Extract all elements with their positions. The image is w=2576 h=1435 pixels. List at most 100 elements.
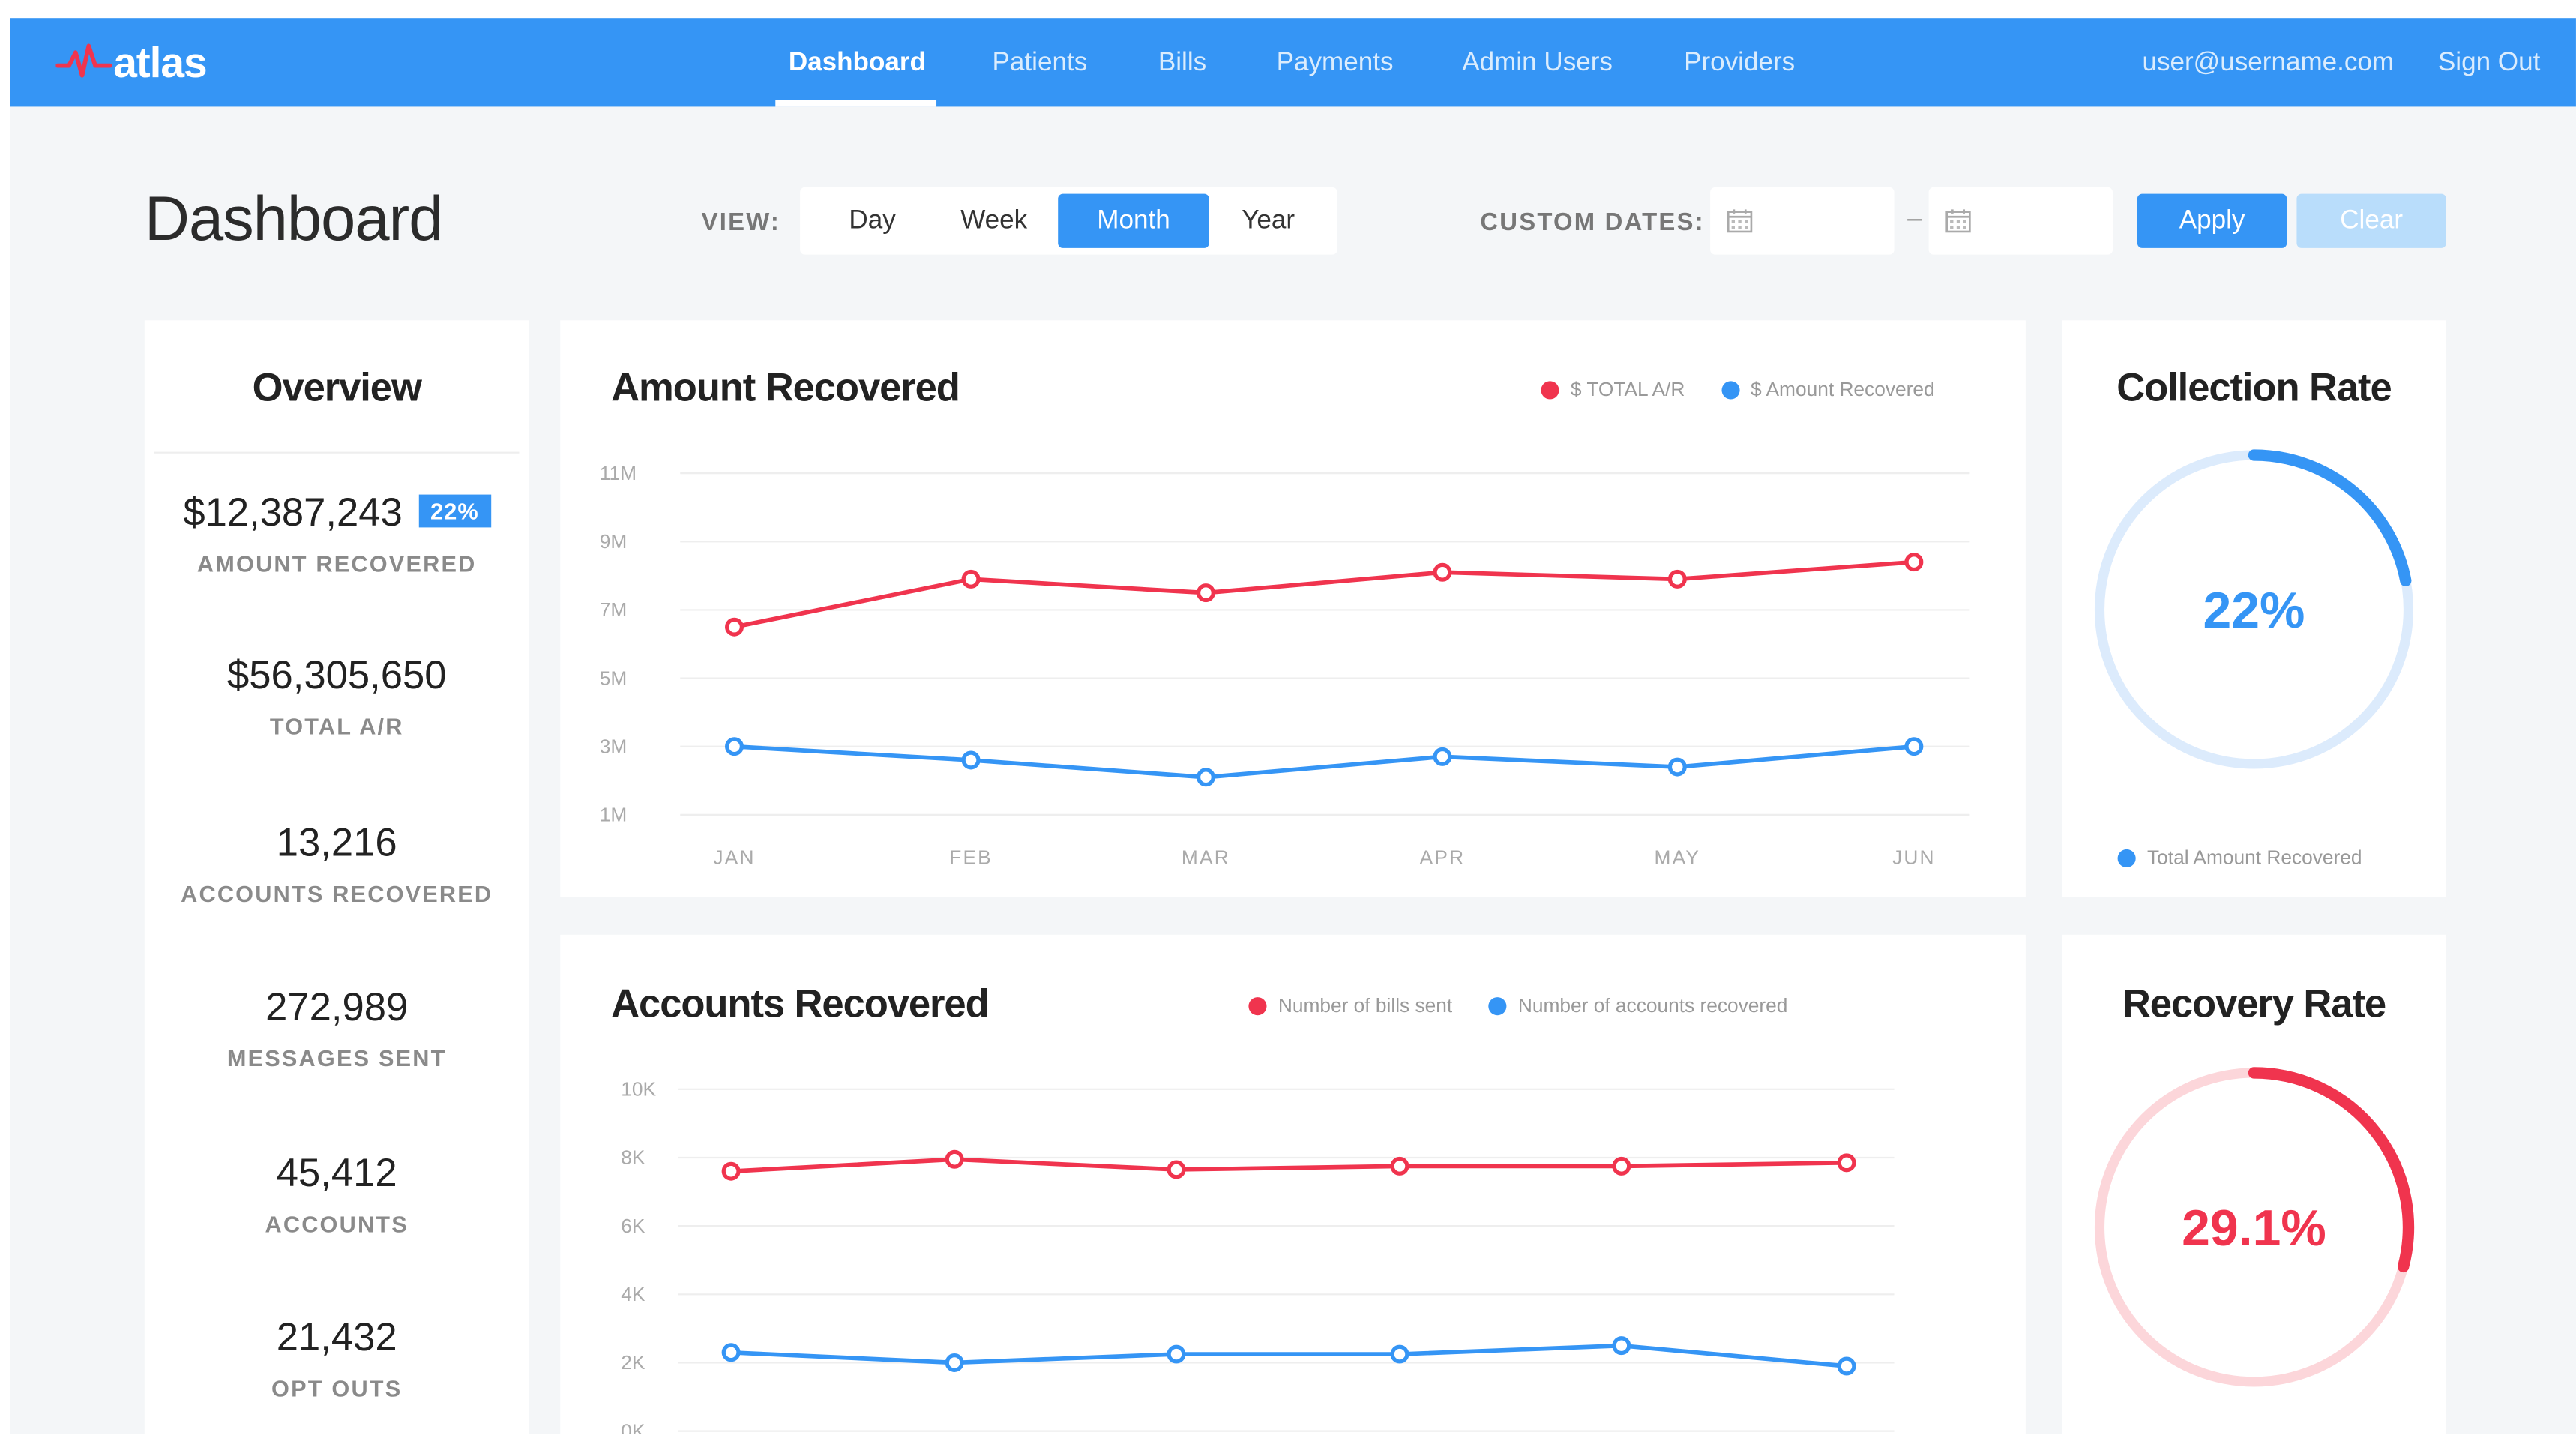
- nav-payments[interactable]: Payments: [1277, 18, 1394, 106]
- stat-accounts: 45,412 ACCOUNTS: [145, 1152, 529, 1237]
- top-navbar: atlas Dashboard Patients Bills Payments …: [10, 18, 2576, 107]
- view-selector: Day Week Month Year: [800, 187, 1337, 255]
- y-tick-label: 6K: [621, 1215, 645, 1237]
- nav-dashboard[interactable]: Dashboard: [789, 18, 926, 106]
- screen: atlas Dashboard Patients Bills Payments …: [0, 0, 2576, 1435]
- heartbeat-icon: [55, 43, 112, 78]
- stat-value: 13,216: [276, 821, 397, 866]
- accounts-recovered-chart: 10K 8K 6K 4K 2K 0K: [621, 1078, 1895, 1434]
- data-point[interactable]: [1837, 1153, 1856, 1173]
- data-point[interactable]: [1196, 583, 1215, 603]
- start-date-input[interactable]: [1710, 187, 1895, 255]
- y-tick-label: 3M: [600, 735, 628, 757]
- calendar-icon: [1727, 209, 1753, 233]
- data-point[interactable]: [1667, 569, 1687, 589]
- stat-label: ACCOUNTS: [265, 1210, 409, 1238]
- data-point[interactable]: [1667, 757, 1687, 777]
- nav-bills[interactable]: Bills: [1158, 18, 1206, 106]
- data-point[interactable]: [1433, 747, 1452, 766]
- amount-recovered-chart: 11M 9M 7M 5M 3M 1M JAN FEB MAR APR MAY JUN: [600, 462, 1970, 869]
- view-week-button[interactable]: Week: [935, 194, 1053, 248]
- data-point[interactable]: [1167, 1160, 1186, 1179]
- legend-label: Total Amount Recovered: [2147, 846, 2362, 870]
- stat-label: OPT OUTS: [271, 1375, 403, 1402]
- stat-messages-sent: 272,989 MESSAGES SENT: [145, 986, 529, 1071]
- data-point[interactable]: [1904, 737, 1924, 756]
- collection-rate-card: Collection Rate 22% Total Amount Recover…: [2062, 320, 2446, 897]
- sign-out-link[interactable]: Sign Out: [2438, 18, 2540, 106]
- nav-patients[interactable]: Patients: [993, 18, 1088, 106]
- view-year-button[interactable]: Year: [1211, 194, 1325, 248]
- view-day-button[interactable]: Day: [813, 194, 932, 248]
- x-tick-label: MAY: [1655, 846, 1701, 869]
- stat-opt-outs: 21,432 OPT OUTS: [145, 1316, 529, 1401]
- y-tick-label: 0K: [621, 1419, 645, 1434]
- apply-button[interactable]: Apply: [2137, 193, 2287, 248]
- y-tick-label: 9M: [600, 530, 628, 553]
- donut-value-label: 22%: [2203, 583, 2305, 639]
- app-window: atlas Dashboard Patients Bills Payments …: [10, 18, 2576, 1435]
- recovery-rate-card: Recovery Rate 29.1%: [2062, 934, 2446, 1435]
- stat-accounts-recovered: 13,216 ACCOUNTS RECOVERED: [145, 822, 529, 907]
- stat-value: 21,432: [276, 1316, 397, 1361]
- data-point[interactable]: [961, 750, 981, 770]
- y-tick-label: 2K: [621, 1351, 645, 1374]
- data-point[interactable]: [725, 617, 744, 637]
- date-separator: –: [1907, 205, 1922, 234]
- data-point[interactable]: [1904, 553, 1924, 572]
- collection-rate-donut: 22%: [2094, 449, 2414, 769]
- stat-amount-recovered: $12,387,243 22% AMOUNT RECOVERED: [145, 491, 529, 577]
- data-point[interactable]: [721, 1161, 741, 1181]
- x-tick-label: MAR: [1182, 846, 1230, 869]
- x-tick-label: APR: [1420, 846, 1466, 869]
- x-tick-label: JUN: [1892, 846, 1936, 869]
- clear-button[interactable]: Clear: [2296, 193, 2446, 248]
- stat-label: TOTAL A/R: [269, 713, 404, 740]
- donut-value-label: 29.1%: [2182, 1200, 2326, 1257]
- stat-label: ACCOUNTS RECOVERED: [181, 880, 493, 907]
- accounts-recovered-card: Accounts Recovered Number of bills sent …: [560, 934, 2026, 1435]
- calendar-icon: [1945, 209, 1971, 233]
- overview-title: Overview: [252, 366, 422, 411]
- data-point[interactable]: [1837, 1356, 1856, 1376]
- series-line: [733, 559, 1915, 629]
- data-point[interactable]: [1612, 1336, 1631, 1356]
- chart-legend: Total Amount Recovered: [2117, 846, 2398, 870]
- view-label: VIEW:: [701, 208, 781, 237]
- nav-providers[interactable]: Providers: [1684, 18, 1795, 106]
- stat-total-ar: $56,305,650 TOTAL A/R: [145, 654, 529, 739]
- data-point[interactable]: [945, 1149, 964, 1169]
- y-tick-label: 8K: [621, 1146, 645, 1169]
- series-line: [730, 1157, 1847, 1174]
- x-tick-label: FEB: [949, 846, 993, 869]
- data-point[interactable]: [961, 569, 981, 589]
- series-line: [734, 744, 1915, 780]
- data-point[interactable]: [1196, 768, 1215, 787]
- stat-value: $56,305,650: [226, 654, 447, 699]
- logo[interactable]: atlas: [55, 37, 208, 88]
- data-point[interactable]: [945, 1353, 964, 1372]
- x-tick-label: JAN: [713, 846, 755, 869]
- user-email-link[interactable]: user@username.com: [2142, 18, 2394, 106]
- data-point[interactable]: [1390, 1344, 1409, 1364]
- end-date-input[interactable]: [1928, 187, 2113, 255]
- nav-admin-users[interactable]: Admin Users: [1462, 18, 1613, 106]
- data-point[interactable]: [1433, 562, 1452, 582]
- data-point[interactable]: [1612, 1156, 1631, 1176]
- custom-dates-label: CUSTOM DATES:: [1480, 208, 1705, 237]
- stat-label: AMOUNT RECOVERED: [196, 550, 477, 577]
- data-point[interactable]: [1390, 1156, 1409, 1176]
- recovery-rate-donut: 29.1%: [2094, 1067, 2415, 1387]
- legend-swatch: [2117, 848, 2136, 867]
- active-nav-indicator: [775, 100, 937, 107]
- view-month-button[interactable]: Month: [1058, 193, 1209, 248]
- donut-arc: [2248, 449, 2412, 587]
- logo-text: atlas: [113, 37, 207, 88]
- stat-value: 272,989: [265, 985, 409, 1030]
- data-point[interactable]: [721, 1343, 741, 1362]
- percent-badge: 22%: [418, 494, 491, 528]
- data-point[interactable]: [725, 737, 744, 756]
- legend-item: Total Amount Recovered: [2117, 846, 2362, 870]
- overview-card: Overview $12,387,243 22% AMOUNT RECOVERED…: [144, 320, 529, 1435]
- data-point[interactable]: [1167, 1344, 1186, 1364]
